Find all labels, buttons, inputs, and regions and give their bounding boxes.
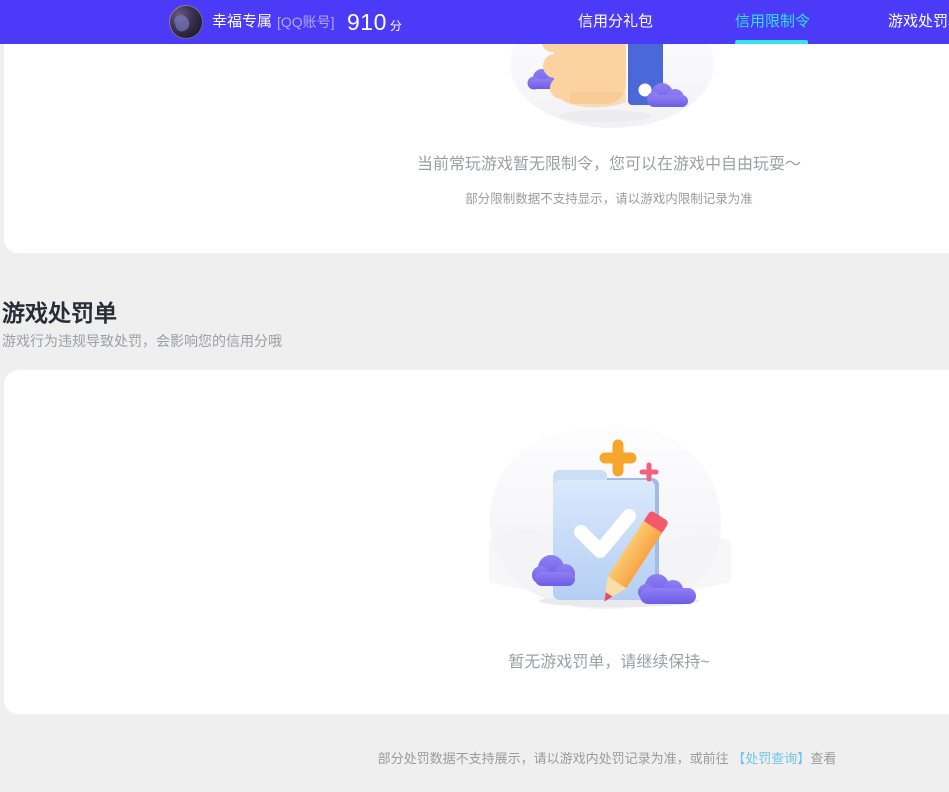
penalty-section-title: 游戏处罚单 [2, 294, 117, 328]
tab-credit-gift[interactable]: 信用分礼包 [578, 0, 653, 44]
penalty-disclaimer-text: 部分处罚数据不支持展示，请以游戏内处罚记录为准，或前往 [378, 751, 733, 766]
folder-checkmark-illustration-icon [479, 420, 739, 625]
tab-credit-restriction[interactable]: 信用限制令 [735, 0, 810, 44]
credit-score: 910 分 [347, 0, 402, 44]
penalty-disclaimer: 部分处罚数据不支持展示，请以游戏内处罚记录为准，或前往 【处罚查询】查看 [0, 748, 949, 767]
no-penalty-message: 暂无游戏罚单，请继续保持~ [4, 648, 949, 672]
credit-score-value: 910 [347, 9, 387, 36]
restriction-card: 当前常玩游戏暂无限制令，您可以在游戏中自由玩耍～ 部分限制数据不支持显示，请以游… [4, 44, 949, 253]
restriction-disclaimer: 部分限制数据不支持显示，请以游戏内限制记录为准 [4, 188, 949, 207]
penalty-card: 暂无游戏罚单，请继续保持~ [4, 370, 949, 714]
penalty-section-subtitle: 游戏行为违规导致处罚，会影响您的信用分哦 [2, 331, 282, 351]
penalty-disclaimer-suffix: 查看 [810, 751, 836, 766]
credit-page: 幸福专属 [QQ账号] 910 分 信用分礼包 信用限制令 游戏处罚单 [0, 0, 949, 792]
tab-game-penalty[interactable]: 游戏处罚单 [888, 0, 949, 44]
no-restriction-message: 当前常玩游戏暂无限制令，您可以在游戏中自由玩耍～ [4, 150, 949, 174]
user-avatar[interactable] [169, 5, 203, 39]
top-navbar: 幸福专属 [QQ账号] 910 分 信用分礼包 信用限制令 游戏处罚单 [0, 0, 949, 44]
account-type-label: [QQ账号] [277, 0, 335, 44]
user-name: 幸福专属 [212, 0, 272, 44]
credit-score-unit: 分 [390, 17, 402, 34]
penalty-query-link[interactable]: 【处罚查询】 [732, 751, 810, 766]
